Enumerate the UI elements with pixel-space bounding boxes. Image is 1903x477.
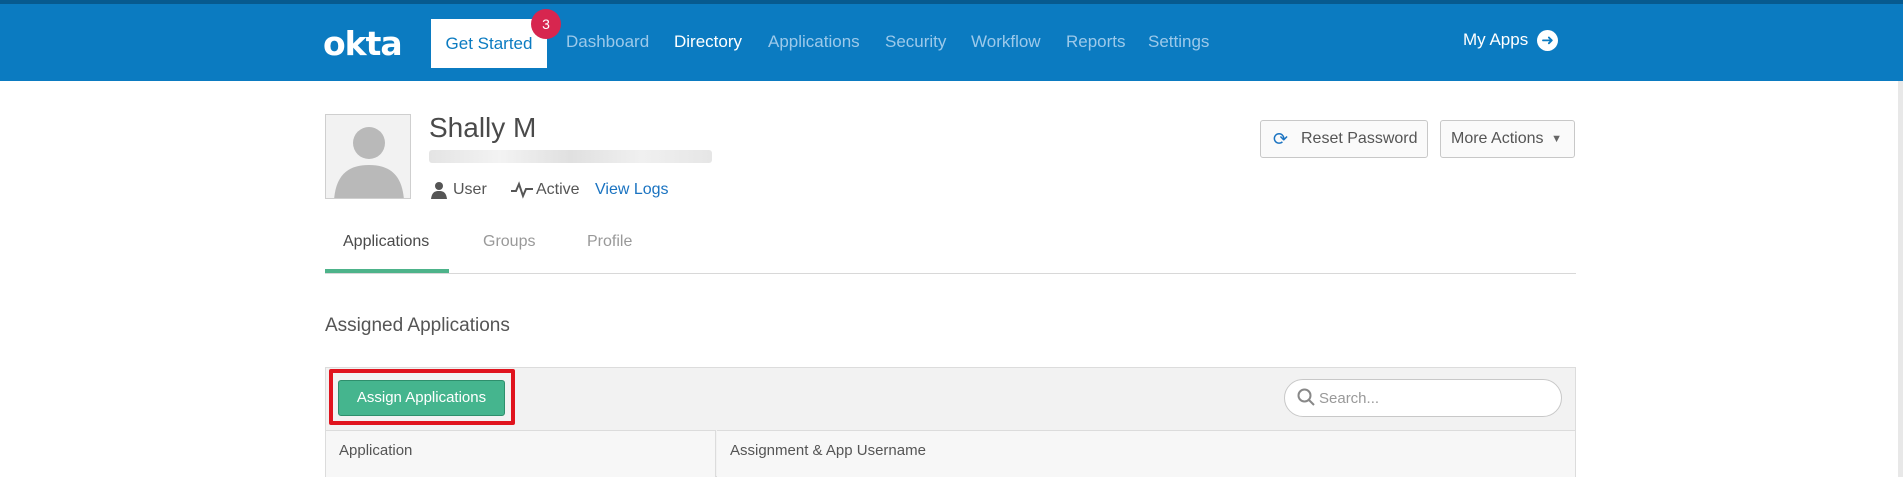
top-navigation-bar (0, 0, 1903, 81)
section-title: Assigned Applications (325, 315, 510, 336)
column-header-assignment[interactable]: Assignment & App Username (717, 430, 1575, 477)
refresh-icon: ⟳ (1273, 129, 1289, 149)
nav-item-settings[interactable]: Settings (1148, 32, 1209, 52)
nav-item-security[interactable]: Security (885, 32, 946, 52)
get-started-button[interactable]: Get Started (431, 19, 547, 68)
user-type-label: User (453, 181, 487, 198)
page-scrollbar[interactable] (1898, 81, 1903, 477)
caret-down-icon: ▼ (1551, 133, 1562, 145)
activity-pulse-icon (511, 181, 533, 204)
notification-badge: 3 (531, 9, 561, 39)
nav-item-workflow[interactable]: Workflow (971, 32, 1041, 52)
nav-item-dashboard[interactable]: Dashboard (566, 32, 649, 52)
arrow-circle-right-icon[interactable]: ➜ (1537, 30, 1558, 51)
tabs-divider (325, 273, 1576, 274)
reset-password-label: Reset Password (1301, 130, 1418, 147)
tab-applications[interactable]: Applications (343, 233, 429, 251)
user-name: Shally M (429, 112, 537, 143)
more-actions-dropdown[interactable]: More Actions ▼ (1440, 120, 1575, 158)
tab-profile[interactable]: Profile (587, 233, 632, 251)
tab-groups[interactable]: Groups (483, 233, 535, 251)
avatar (325, 114, 411, 199)
column-header-application[interactable]: Application (326, 430, 716, 477)
nav-item-directory[interactable]: Directory (674, 32, 742, 52)
my-apps-link[interactable]: My Apps (1463, 30, 1528, 50)
search-input[interactable] (1319, 381, 1549, 415)
nav-item-reports[interactable]: Reports (1066, 32, 1126, 52)
reset-password-button[interactable]: ⟳ Reset Password (1260, 120, 1428, 158)
column-label: Assignment & App Username (730, 442, 926, 459)
nav-item-applications[interactable]: Applications (768, 32, 860, 52)
user-status-label: Active (536, 181, 580, 198)
highlight-box (329, 369, 515, 425)
user-type-icon (429, 181, 449, 204)
active-tab-indicator (325, 269, 449, 273)
view-logs-link[interactable]: View Logs (595, 181, 669, 199)
user-email-redacted (429, 150, 712, 163)
more-actions-label: More Actions (1451, 130, 1544, 147)
search-icon (1297, 388, 1315, 411)
search-field[interactable] (1284, 379, 1562, 417)
okta-logo[interactable]: okta (323, 24, 403, 63)
column-label: Application (339, 442, 413, 459)
